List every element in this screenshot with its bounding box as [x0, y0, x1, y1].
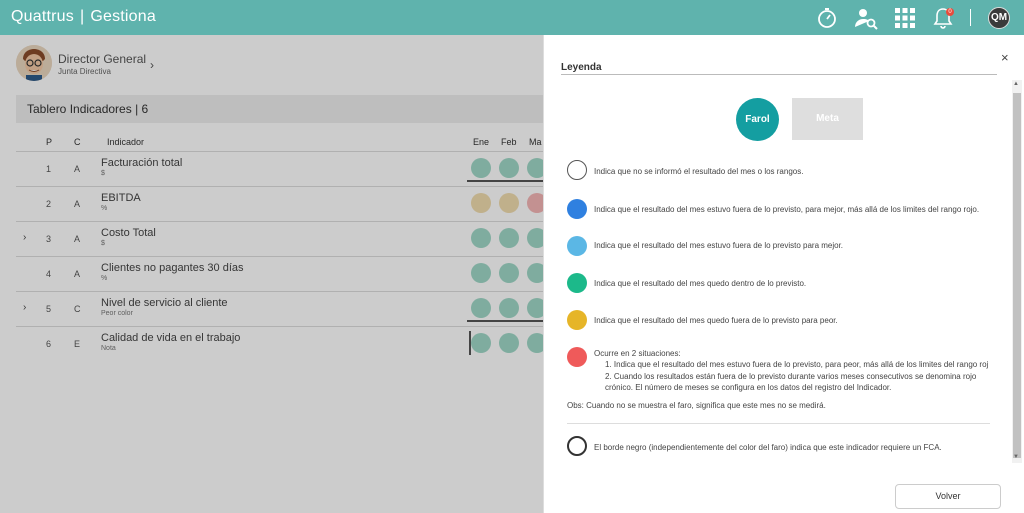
- legend-text: Indica que el resultado del mes estuvo f…: [594, 205, 980, 214]
- legend-text: Ocurre en 2 situaciones:: [594, 349, 681, 358]
- brand-separator: |: [79, 8, 85, 25]
- apps-grid-icon[interactable]: [893, 6, 917, 30]
- scroll-down-icon[interactable]: ▼: [1013, 454, 1019, 460]
- notification-badge: 0: [946, 8, 954, 16]
- close-icon[interactable]: ×: [1001, 50, 1009, 65]
- fca-border-dot: [567, 436, 587, 456]
- legend-obs: Obs: Cuando no se muestra el faro, signi…: [567, 401, 826, 410]
- legend-situation: 1. Indica que el resultado del mes estuv…: [605, 360, 989, 369]
- legend-situation: 2. Cuando los resultados están fuera de …: [605, 372, 977, 392]
- legend-dot: [567, 310, 587, 330]
- user-search-icon[interactable]: [854, 6, 878, 30]
- legend-dot: [567, 160, 587, 180]
- legend-text: Indica que el resultado del mes estuvo f…: [594, 241, 844, 250]
- legend-text: Indica que no se informó el resultado de…: [594, 167, 804, 176]
- divider: [561, 74, 997, 75]
- user-avatar[interactable]: QM: [988, 7, 1010, 29]
- legend-dot: [567, 199, 587, 219]
- scrollbar-thumb[interactable]: [1013, 93, 1021, 458]
- legend-dot: [567, 236, 587, 256]
- legend-text: Indica que el resultado del mes quedo fu…: [594, 316, 838, 325]
- divider: [567, 423, 990, 424]
- brand-logo[interactable]: Quattrus | Gestiona: [11, 8, 156, 26]
- brand-name: Quattrus: [11, 8, 74, 25]
- tab-farol[interactable]: Farol: [736, 98, 779, 141]
- modal-backdrop[interactable]: [0, 35, 543, 513]
- top-bar: Quattrus | Gestiona 0 QM: [0, 0, 1024, 35]
- stopwatch-icon[interactable]: [815, 6, 839, 30]
- scroll-up-icon[interactable]: ▲: [1013, 81, 1019, 87]
- brand-product: Gestiona: [90, 8, 156, 25]
- divider: [970, 9, 971, 26]
- tab-meta[interactable]: Meta: [792, 98, 863, 140]
- back-button[interactable]: Volver: [895, 484, 1001, 509]
- legend-text: Indica que el resultado del mes quedo de…: [594, 279, 807, 288]
- panel-title: Leyenda: [561, 62, 602, 73]
- legend-dot: [567, 273, 587, 293]
- legend-text: El borde negro (independientemente del c…: [594, 443, 942, 452]
- legend-dot: [567, 347, 587, 367]
